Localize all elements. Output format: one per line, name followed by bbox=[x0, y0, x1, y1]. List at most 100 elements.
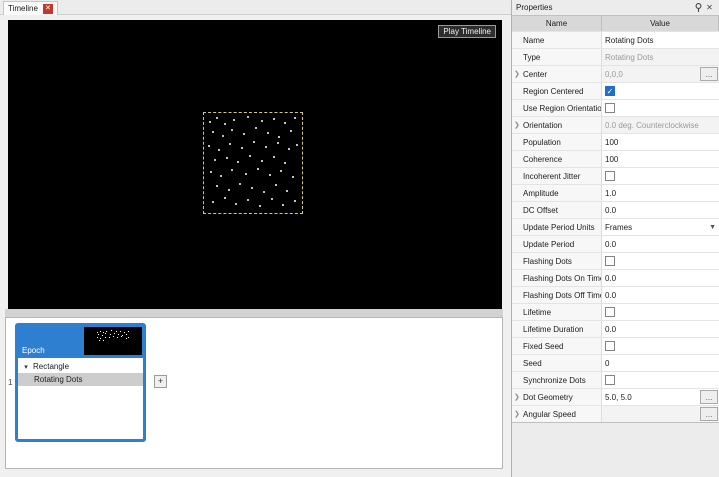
property-row: DC Offset0.0 bbox=[512, 201, 719, 218]
dot bbox=[247, 199, 249, 201]
property-name: Population bbox=[512, 134, 602, 150]
dot bbox=[277, 142, 279, 144]
dot bbox=[239, 183, 241, 185]
dot bbox=[294, 117, 296, 119]
ellipsis-button[interactable]: ... bbox=[700, 67, 718, 81]
dot bbox=[263, 191, 265, 193]
property-name-label: Center bbox=[523, 70, 547, 79]
checkbox[interactable] bbox=[605, 256, 615, 266]
pin-icon[interactable] bbox=[693, 2, 704, 13]
dot bbox=[278, 136, 280, 138]
property-row: Coherence100 bbox=[512, 150, 719, 167]
dot bbox=[224, 123, 226, 125]
property-name: Region Centered bbox=[512, 83, 602, 99]
epoch-thumbnail bbox=[84, 327, 142, 355]
property-value-text[interactable]: 0 bbox=[605, 359, 716, 368]
property-value: 100 bbox=[602, 134, 719, 150]
dot bbox=[271, 198, 273, 200]
checkbox[interactable] bbox=[605, 103, 615, 113]
property-name-label: Lifetime Duration bbox=[523, 325, 583, 334]
epoch-block[interactable]: Epoch ▾RectangleRotating Dots bbox=[15, 323, 146, 442]
play-timeline-button[interactable]: Play Timeline bbox=[438, 25, 496, 38]
dot bbox=[116, 331, 117, 332]
dot bbox=[273, 118, 275, 120]
checkbox[interactable] bbox=[605, 307, 615, 317]
property-row: Fixed Seed bbox=[512, 337, 719, 354]
combo-arrow-icon[interactable]: ▼ bbox=[709, 224, 716, 231]
dot bbox=[114, 333, 115, 334]
dot bbox=[245, 173, 247, 175]
property-name-label: Lifetime bbox=[523, 308, 551, 317]
property-name-label: Use Region Orientation bbox=[523, 104, 602, 113]
property-row: Amplitude 1.0 bbox=[512, 184, 719, 201]
property-value-text[interactable]: 1.0 bbox=[605, 189, 716, 198]
property-value-text[interactable]: 100 bbox=[605, 138, 716, 147]
dot bbox=[120, 331, 121, 332]
dot bbox=[292, 176, 294, 178]
property-row: Use Region Orientation bbox=[512, 99, 719, 116]
property-name: Update Period Units bbox=[512, 219, 602, 235]
property-value bbox=[602, 372, 719, 388]
tab-timeline[interactable]: Timeline ✕ bbox=[3, 1, 58, 15]
property-row: Seed 0 bbox=[512, 354, 719, 371]
property-value: ... bbox=[602, 406, 719, 422]
property-value-text[interactable]: 0.0 bbox=[605, 325, 716, 334]
tab-close-icon[interactable]: ✕ bbox=[43, 4, 53, 14]
close-icon[interactable]: ✕ bbox=[704, 2, 715, 13]
property-value-text[interactable]: 0.0 deg. Counterclockwise bbox=[605, 121, 716, 130]
dot bbox=[253, 141, 255, 143]
property-name: ❯Orientation bbox=[512, 117, 602, 133]
property-value-text[interactable]: Rotating Dots bbox=[605, 53, 716, 62]
chevron-down-icon[interactable]: ▾ bbox=[22, 363, 30, 371]
property-value-text[interactable]: Rotating Dots bbox=[605, 36, 716, 45]
column-header-value: Value bbox=[602, 16, 719, 31]
expander-icon[interactable]: ❯ bbox=[514, 410, 520, 418]
expander-icon[interactable]: ❯ bbox=[514, 121, 520, 129]
property-value-text[interactable]: 0.0 bbox=[605, 240, 716, 249]
dot bbox=[290, 130, 292, 132]
property-value: 0,0,0... bbox=[602, 66, 719, 82]
property-row: Update Period0.0 bbox=[512, 235, 719, 252]
dot bbox=[255, 127, 257, 129]
property-row: ❯Dot Geometry5.0, 5.0... bbox=[512, 388, 719, 405]
add-element-button[interactable]: + bbox=[154, 375, 167, 388]
dot bbox=[275, 184, 277, 186]
dot bbox=[261, 120, 263, 122]
dot bbox=[257, 168, 259, 170]
checkbox[interactable]: ✓ bbox=[605, 86, 615, 96]
dot bbox=[100, 338, 101, 339]
property-value: Rotating Dots bbox=[602, 32, 719, 48]
tree-item[interactable]: Rotating Dots bbox=[18, 373, 143, 386]
property-value: Rotating Dots bbox=[602, 49, 719, 65]
dot bbox=[286, 190, 288, 192]
dot bbox=[100, 331, 101, 332]
expander-icon[interactable]: ❯ bbox=[514, 393, 520, 401]
property-name-label: Seed bbox=[523, 359, 542, 368]
ellipsis-button[interactable]: ... bbox=[700, 390, 718, 404]
property-value-text[interactable]: Frames bbox=[605, 223, 716, 232]
property-value-text[interactable]: 0.0 bbox=[605, 274, 716, 283]
property-name-label: Amplitude bbox=[523, 189, 559, 198]
property-value-text[interactable]: 0.0 bbox=[605, 206, 716, 215]
property-value: 5.0, 5.0... bbox=[602, 389, 719, 405]
property-name: Flashing Dots bbox=[512, 253, 602, 269]
expander-icon[interactable]: ❯ bbox=[514, 70, 520, 78]
dot bbox=[216, 185, 218, 187]
checkbox[interactable] bbox=[605, 341, 615, 351]
dot bbox=[210, 171, 212, 173]
property-name-label: Flashing Dots Off Time bbox=[523, 291, 602, 300]
property-row: Flashing Dots On Time0.0 bbox=[512, 269, 719, 286]
checkbox[interactable] bbox=[605, 375, 615, 385]
property-value-text[interactable]: 0.0 bbox=[605, 291, 716, 300]
dot bbox=[126, 338, 127, 339]
property-value-text[interactable]: 100 bbox=[605, 155, 716, 164]
checkbox[interactable] bbox=[605, 171, 615, 181]
dot bbox=[128, 337, 129, 338]
stimulus-region[interactable] bbox=[203, 112, 303, 214]
ellipsis-button[interactable]: ... bbox=[700, 407, 718, 421]
dot bbox=[128, 331, 129, 332]
dot bbox=[294, 200, 296, 202]
tree-item[interactable]: ▾Rectangle bbox=[18, 360, 143, 373]
dot bbox=[106, 331, 107, 332]
property-name: ❯Dot Geometry bbox=[512, 389, 602, 405]
